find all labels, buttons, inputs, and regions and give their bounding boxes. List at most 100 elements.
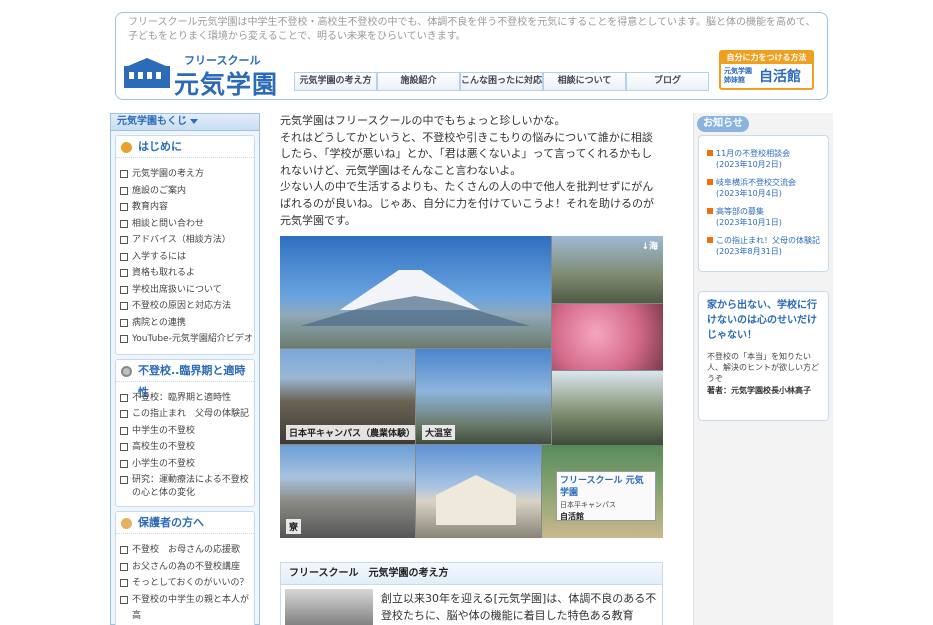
checkbox-icon bbox=[120, 302, 128, 310]
checkbox-icon bbox=[120, 269, 128, 277]
sidebar-link[interactable]: 研究：運動療法による不登校の心と体の変化 bbox=[116, 472, 254, 500]
triangle-down-icon bbox=[190, 118, 198, 124]
section-title-label: 保護者の方へ bbox=[138, 516, 204, 529]
checkbox-icon bbox=[120, 443, 128, 451]
checkbox-icon bbox=[120, 252, 128, 261]
house-photo bbox=[416, 445, 541, 538]
section-title: はじめに bbox=[116, 136, 254, 158]
mount-fuji-photo bbox=[280, 236, 551, 348]
news-item[interactable]: この指止まれ！父母の体験記 (2023年8月31日) bbox=[707, 235, 824, 257]
students-field-photo bbox=[552, 371, 663, 445]
checkbox-icon bbox=[120, 393, 128, 402]
nav-blog[interactable]: ブログ bbox=[626, 72, 709, 91]
sidebar-link[interactable]: 相談と問い合わせ bbox=[116, 216, 254, 233]
sidebar-link[interactable]: YouTube-元気学園紹介ビデオ bbox=[116, 331, 254, 348]
philosophy-section-title: フリースクール 元気学園の考え方 bbox=[281, 563, 662, 585]
school-sign: フリースクール 元気学園 日本平キャンパス 自活館 bbox=[556, 471, 656, 521]
sidebar-link[interactable]: 不登校の原因と対応方法 bbox=[116, 298, 254, 315]
checkbox-icon bbox=[120, 426, 128, 435]
sea-label: ↓海 bbox=[641, 242, 658, 252]
philosophy-section: フリースクール 元気学園の考え方 創立以来30年を迎える[元気学園]は、体調不良… bbox=[280, 562, 663, 625]
sidebar-section-intro: はじめに 元気学園の考え方 施設のご案内 教育内容 相談と問い合わせ アドバイス… bbox=[115, 135, 255, 355]
sidebar-link[interactable]: 不登校 お母さんの応援歌 bbox=[116, 542, 254, 559]
sidebar-link[interactable]: アドバイス（相談方法） bbox=[116, 232, 254, 249]
section-title-label: はじめに bbox=[138, 140, 182, 153]
banner-sister-label: 元気学園 姉妹館 bbox=[724, 67, 752, 84]
sidebar-link[interactable]: この指止まれ 父母の体験記 bbox=[116, 406, 254, 423]
gear-icon bbox=[121, 365, 132, 377]
section-title: 不登校..臨界期と適時性 bbox=[116, 360, 254, 399]
news-box: 11月の不登校相談会 (2023年10月2日) 岐阜横浜不登校交流会 (2023年1… bbox=[698, 135, 829, 272]
intro-text: 元気学園はフリースクールの中でもちょっと珍しいかな。 それはどうしてかというと、… bbox=[280, 114, 654, 227]
banner-top-text: 自分に力をつける方法 bbox=[721, 52, 812, 64]
campus-photo: 日本平キャンパス（農業体験） bbox=[280, 349, 415, 444]
school-building-icon bbox=[124, 66, 170, 88]
main-content: 元気学園はフリースクールの中でもちょっと珍しいかな。 それはどうしてかというと、… bbox=[280, 113, 663, 625]
checkbox-icon bbox=[120, 203, 128, 211]
nav-consultation[interactable]: 相談について bbox=[543, 72, 626, 91]
sidebar-link[interactable]: 教育内容 bbox=[116, 199, 254, 216]
bullet-icon bbox=[707, 237, 713, 243]
main-nav: 元気学園の考え方 施設紹介 こんな困ったに対応 相談について ブログ bbox=[294, 72, 709, 91]
checkbox-icon bbox=[120, 579, 128, 587]
section-title: 保護者の方へ bbox=[116, 512, 254, 534]
left-sidebar: 元気学園もくじ はじめに 元気学園の考え方 施設のご案内 教育内容 相談と問い合… bbox=[110, 113, 260, 625]
checkbox-icon bbox=[120, 459, 128, 468]
jikatsukan-banner[interactable]: 自分に力をつける方法 元気学園 姉妹館 自活館 bbox=[719, 50, 814, 90]
checkbox-icon bbox=[120, 318, 128, 327]
sidebar-link[interactable]: お父さんの為の不登校講座 bbox=[116, 559, 254, 576]
news-item[interactable]: 岐阜横浜不登校交流会 (2023年10月4日) bbox=[707, 177, 824, 199]
sign-title: フリースクール 元気学園 bbox=[560, 476, 644, 498]
sidebar-link[interactable]: 小学生の不登校 bbox=[116, 456, 254, 473]
book-box[interactable]: 家から出ない、学校に行けないのは心のせいだけじゃない！ 不登校の「本当」を知りた… bbox=[698, 291, 829, 421]
badge-icon bbox=[121, 142, 132, 153]
checkbox-icon bbox=[120, 410, 128, 418]
sidebar-link[interactable]: 不登校の中学生の親と本人が高 bbox=[116, 592, 254, 625]
checkbox-icon bbox=[120, 562, 128, 571]
logo-title: 元気学園 bbox=[174, 70, 279, 99]
sidebar-heading[interactable]: 元気学園もくじ bbox=[111, 114, 259, 131]
book-description: 不登校の「本当」を知りたい人、解決のヒントが欲しい方どうぞ bbox=[707, 352, 819, 383]
sidebar-list: 元気学園の考え方 施設のご案内 教育内容 相談と問い合わせ アドバイス（相談方法… bbox=[116, 158, 254, 354]
sidebar-link[interactable]: 資格も取れるよ bbox=[116, 265, 254, 282]
sidebar-link[interactable]: 入学するには bbox=[116, 249, 254, 266]
greenhouse-photo: 大温室 bbox=[416, 349, 551, 444]
news-list: 11月の不登校相談会 (2023年10月2日) 岐阜横浜不登校交流会 (2023年1… bbox=[699, 136, 828, 257]
sidebar-link[interactable]: 元気学園の考え方 bbox=[116, 166, 254, 183]
sign-subtitle: 日本平キャンパス bbox=[560, 501, 616, 509]
site-header: フリースクール元気学園は中学生不登校・高校生不登校の中でも、体調不良を伴う不登校… bbox=[115, 12, 828, 100]
checkbox-icon bbox=[120, 219, 128, 228]
sidebar-link[interactable]: 施設のご案内 bbox=[116, 183, 254, 200]
sidebar-link[interactable]: 不登校：臨界期と適時性 bbox=[116, 390, 254, 407]
checkbox-icon bbox=[120, 186, 128, 195]
news-item[interactable]: 11月の不登校相談会 (2023年10月2日) bbox=[707, 148, 824, 170]
sidebar-link[interactable]: そっとしておくのがいいの？ bbox=[116, 575, 254, 592]
sidebar-list: 不登校：臨界期と適時性 この指止まれ 父母の体験記 中学生の不登校 高校生の不登… bbox=[116, 382, 254, 507]
news-tag: お知らせ bbox=[697, 116, 749, 132]
campus-photo-collage: ↓海 日本平キャンパス（農業体験） 大温室 寮 フリースクール 元気学園 日本平… bbox=[280, 236, 663, 538]
nav-philosophy[interactable]: 元気学園の考え方 bbox=[294, 72, 377, 91]
book-author: 著者：元気学園校長小林高子 bbox=[707, 386, 811, 395]
lamp-icon bbox=[121, 518, 132, 529]
sidebar-section-parents: 保護者の方へ 不登校 お母さんの応援歌 お父さんの為の不登校講座 そっとしておく… bbox=[115, 511, 255, 625]
sidebar-link[interactable]: 中学生の不登校 bbox=[116, 423, 254, 440]
checkbox-icon bbox=[120, 335, 128, 343]
sidebar-link[interactable]: 学校出席扱いについて bbox=[116, 282, 254, 299]
sidebar-heading-label: 元気学園もくじ bbox=[117, 116, 187, 127]
checkbox-icon bbox=[120, 546, 128, 554]
sidebar-link[interactable]: 高校生の不登校 bbox=[116, 439, 254, 456]
sidebar-link[interactable]: 病院との連携 bbox=[116, 315, 254, 332]
blossom-photo bbox=[552, 304, 663, 370]
site-logo[interactable]: フリースクール 元気学園 bbox=[124, 52, 284, 99]
book-title: 家から出ない、学校に行けないのは心のせいだけじゃない！ bbox=[707, 300, 817, 341]
students-photo bbox=[285, 589, 373, 625]
checkbox-icon bbox=[120, 476, 128, 484]
nav-facilities[interactable]: 施設紹介 bbox=[377, 72, 460, 91]
nav-problems[interactable]: こんな困ったに対応 bbox=[460, 72, 543, 91]
greenhouse-label: 大温室 bbox=[422, 425, 456, 440]
checkbox-icon bbox=[120, 170, 128, 178]
students-group-photo: ↓海 bbox=[552, 236, 663, 303]
sign-photo: フリースクール 元気学園 日本平キャンパス 自活館 bbox=[542, 445, 663, 538]
news-item[interactable]: 高等部の募集 (2023年10月1日) bbox=[707, 206, 824, 228]
dorm-photo: 寮 bbox=[280, 445, 415, 538]
